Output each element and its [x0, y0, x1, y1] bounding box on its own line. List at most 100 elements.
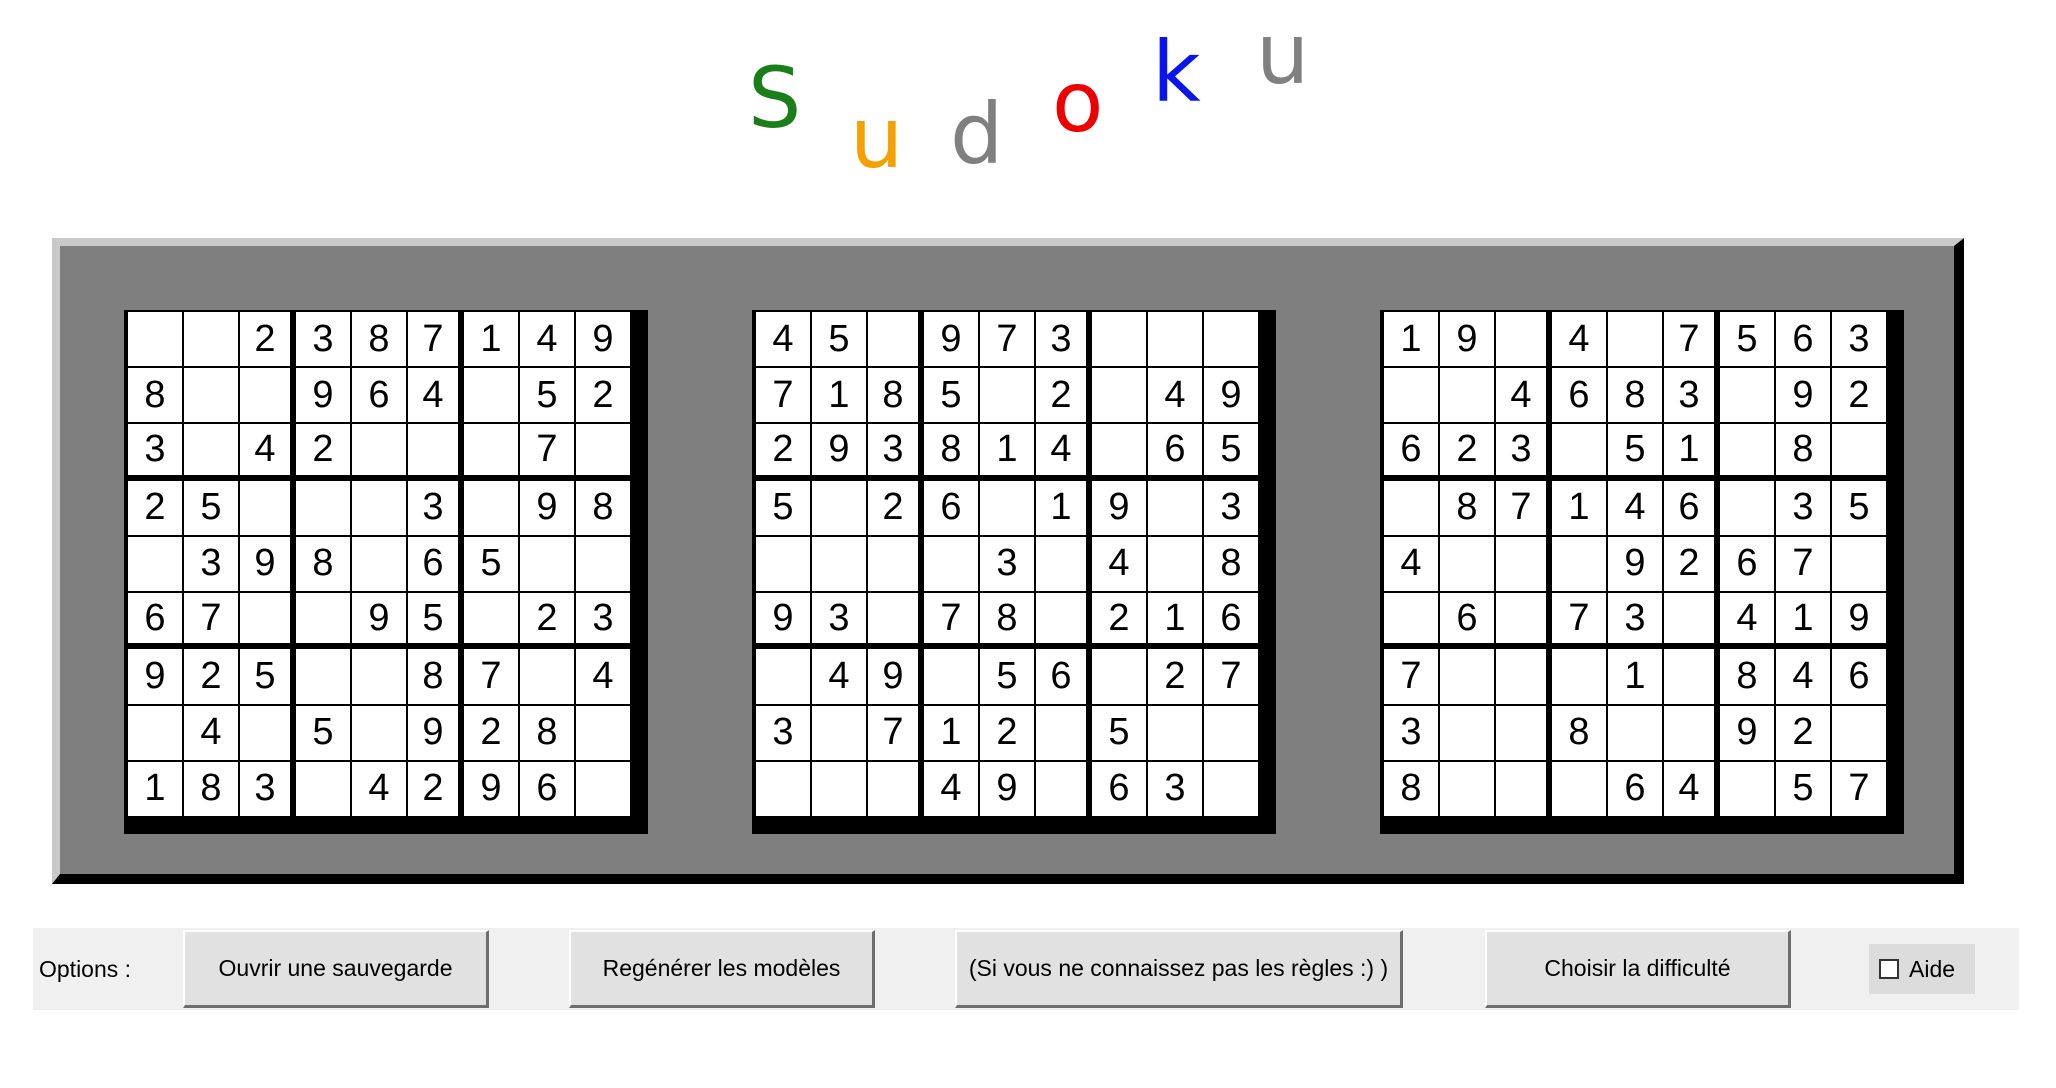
grid-3-cell-r7c5[interactable]: 1: [1608, 649, 1662, 704]
grid-3-cell-r7c6[interactable]: [1664, 649, 1714, 704]
grid-3-cell-r2c2[interactable]: [1440, 368, 1494, 423]
grid-1-cell-r1c1[interactable]: [128, 312, 182, 367]
grid-1-cell-r9c2[interactable]: 8: [184, 761, 238, 816]
grid-1-cell-r5c9[interactable]: [576, 536, 630, 592]
grid-1-cell-r9c1[interactable]: 1: [128, 761, 182, 816]
grid-1-cell-r7c5[interactable]: [352, 649, 406, 704]
grid-3-cell-r4c7[interactable]: [1720, 480, 1774, 535]
grid-1-cell-r2c7[interactable]: [464, 368, 518, 423]
grid-2-cell-r9c4[interactable]: 4: [924, 761, 978, 816]
grid-3-cell-r6c7[interactable]: 4: [1720, 593, 1774, 644]
grid-3-cell-r5c2[interactable]: [1440, 536, 1494, 592]
grid-2-cell-r6c8[interactable]: 1: [1148, 593, 1202, 644]
grid-3-cell-r1c7[interactable]: 5: [1720, 312, 1774, 367]
grid-3-cell-r4c2[interactable]: 8: [1440, 480, 1494, 535]
grid-2-cell-r4c5[interactable]: [980, 480, 1034, 535]
grid-2-cell-r3c1[interactable]: 2: [756, 424, 810, 475]
grid-3-cell-r5c4[interactable]: [1552, 536, 1606, 592]
grid-2-cell-r8c2[interactable]: [812, 705, 866, 760]
grid-3-cell-r7c8[interactable]: 4: [1776, 649, 1830, 704]
grid-1-cell-r2c5[interactable]: 6: [352, 368, 406, 423]
grid-2-cell-r6c5[interactable]: 8: [980, 593, 1034, 644]
regenerate-button[interactable]: Regénérer les modèles: [569, 930, 875, 1008]
grid-2-cell-r5c1[interactable]: [756, 536, 810, 592]
grid-1-cell-r8c4[interactable]: 5: [296, 705, 350, 760]
grid-3-cell-r6c9[interactable]: 9: [1832, 593, 1886, 644]
open-save-button[interactable]: Ouvrir une sauvegarde: [183, 930, 489, 1008]
grid-3-cell-r5c3[interactable]: [1496, 536, 1546, 592]
grid-2-cell-r3c9[interactable]: 5: [1204, 424, 1258, 475]
grid-1-cell-r8c9[interactable]: [576, 705, 630, 760]
grid-1-cell-r3c3[interactable]: 4: [240, 424, 290, 475]
grid-2-cell-r7c6[interactable]: 6: [1036, 649, 1086, 704]
grid-3-cell-r8c4[interactable]: 8: [1552, 705, 1606, 760]
grid-3-cell-r6c1[interactable]: [1384, 593, 1438, 644]
grid-2-cell-r7c8[interactable]: 2: [1148, 649, 1202, 704]
grid-1-cell-r6c3[interactable]: [240, 593, 290, 644]
grid-2-cell-r9c8[interactable]: 3: [1148, 761, 1202, 816]
grid-1-cell-r1c5[interactable]: 8: [352, 312, 406, 367]
grid-3-cell-r9c6[interactable]: 4: [1664, 761, 1714, 816]
grid-2-cell-r2c4[interactable]: 5: [924, 368, 978, 423]
grid-1-cell-r6c6[interactable]: 5: [408, 593, 458, 644]
grid-2-cell-r1c9[interactable]: [1204, 312, 1258, 367]
grid-2-cell-r6c3[interactable]: [868, 593, 918, 644]
grid-3-cell-r4c9[interactable]: 5: [1832, 480, 1886, 535]
grid-2-cell-r4c4[interactable]: 6: [924, 480, 978, 535]
grid-1-cell-r4c8[interactable]: 9: [520, 480, 574, 535]
grid-2-cell-r3c6[interactable]: 4: [1036, 424, 1086, 475]
grid-1-cell-r4c4[interactable]: [296, 480, 350, 535]
grid-1-cell-r3c9[interactable]: [576, 424, 630, 475]
grid-3-cell-r5c8[interactable]: 7: [1776, 536, 1830, 592]
grid-3-cell-r1c3[interactable]: [1496, 312, 1546, 367]
grid-1-cell-r8c3[interactable]: [240, 705, 290, 760]
grid-1-cell-r5c5[interactable]: [352, 536, 406, 592]
grid-1-cell-r1c2[interactable]: [184, 312, 238, 367]
grid-3-cell-r2c3[interactable]: 4: [1496, 368, 1546, 423]
grid-3-cell-r5c7[interactable]: 6: [1720, 536, 1774, 592]
grid-2-cell-r9c6[interactable]: [1036, 761, 1086, 816]
grid-1-cell-r9c4[interactable]: [296, 761, 350, 816]
grid-3-cell-r7c2[interactable]: [1440, 649, 1494, 704]
grid-2-cell-r4c7[interactable]: 9: [1092, 480, 1146, 535]
grid-3-cell-r6c6[interactable]: [1664, 593, 1714, 644]
grid-3-cell-r2c5[interactable]: 8: [1608, 368, 1662, 423]
grid-2-cell-r2c9[interactable]: 9: [1204, 368, 1258, 423]
grid-3-cell-r9c3[interactable]: [1496, 761, 1546, 816]
grid-2-cell-r7c4[interactable]: [924, 649, 978, 704]
grid-1-cell-r4c7[interactable]: [464, 480, 518, 535]
grid-2-cell-r2c1[interactable]: 7: [756, 368, 810, 423]
grid-2-cell-r4c6[interactable]: 1: [1036, 480, 1086, 535]
grid-2-cell-r3c8[interactable]: 6: [1148, 424, 1202, 475]
grid-1-cell-r8c7[interactable]: 2: [464, 705, 518, 760]
grid-1-cell-r8c2[interactable]: 4: [184, 705, 238, 760]
grid-1-cell-r7c2[interactable]: 2: [184, 649, 238, 704]
grid-3-cell-r4c6[interactable]: 6: [1664, 480, 1714, 535]
grid-2-cell-r5c3[interactable]: [868, 536, 918, 592]
rules-button[interactable]: (Si vous ne connaissez pas les règles :)…: [955, 930, 1403, 1008]
grid-1-cell-r2c4[interactable]: 9: [296, 368, 350, 423]
grid-1-cell-r1c7[interactable]: 1: [464, 312, 518, 367]
grid-2-cell-r8c1[interactable]: 3: [756, 705, 810, 760]
difficulty-button[interactable]: Choisir la difficulté: [1485, 930, 1791, 1008]
grid-2-cell-r8c6[interactable]: [1036, 705, 1086, 760]
grid-3-cell-r8c8[interactable]: 2: [1776, 705, 1830, 760]
grid-2-cell-r1c8[interactable]: [1148, 312, 1202, 367]
grid-3-cell-r2c1[interactable]: [1384, 368, 1438, 423]
grid-1-cell-r8c5[interactable]: [352, 705, 406, 760]
grid-2-cell-r7c9[interactable]: 7: [1204, 649, 1258, 704]
grid-3-cell-r5c9[interactable]: [1832, 536, 1886, 592]
grid-1-cell-r5c4[interactable]: 8: [296, 536, 350, 592]
grid-2-cell-r6c4[interactable]: 7: [924, 593, 978, 644]
grid-3-cell-r3c4[interactable]: [1552, 424, 1606, 475]
grid-1-cell-r3c8[interactable]: 7: [520, 424, 574, 475]
grid-2-cell-r9c7[interactable]: 6: [1092, 761, 1146, 816]
grid-1-cell-r4c1[interactable]: 2: [128, 480, 182, 535]
grid-2-cell-r9c1[interactable]: [756, 761, 810, 816]
grid-1-cell-r6c1[interactable]: 6: [128, 593, 182, 644]
grid-1-cell-r1c4[interactable]: 3: [296, 312, 350, 367]
grid-3-cell-r6c3[interactable]: [1496, 593, 1546, 644]
grid-3-cell-r4c4[interactable]: 1: [1552, 480, 1606, 535]
grid-2-cell-r8c8[interactable]: [1148, 705, 1202, 760]
grid-3-cell-r8c6[interactable]: [1664, 705, 1714, 760]
